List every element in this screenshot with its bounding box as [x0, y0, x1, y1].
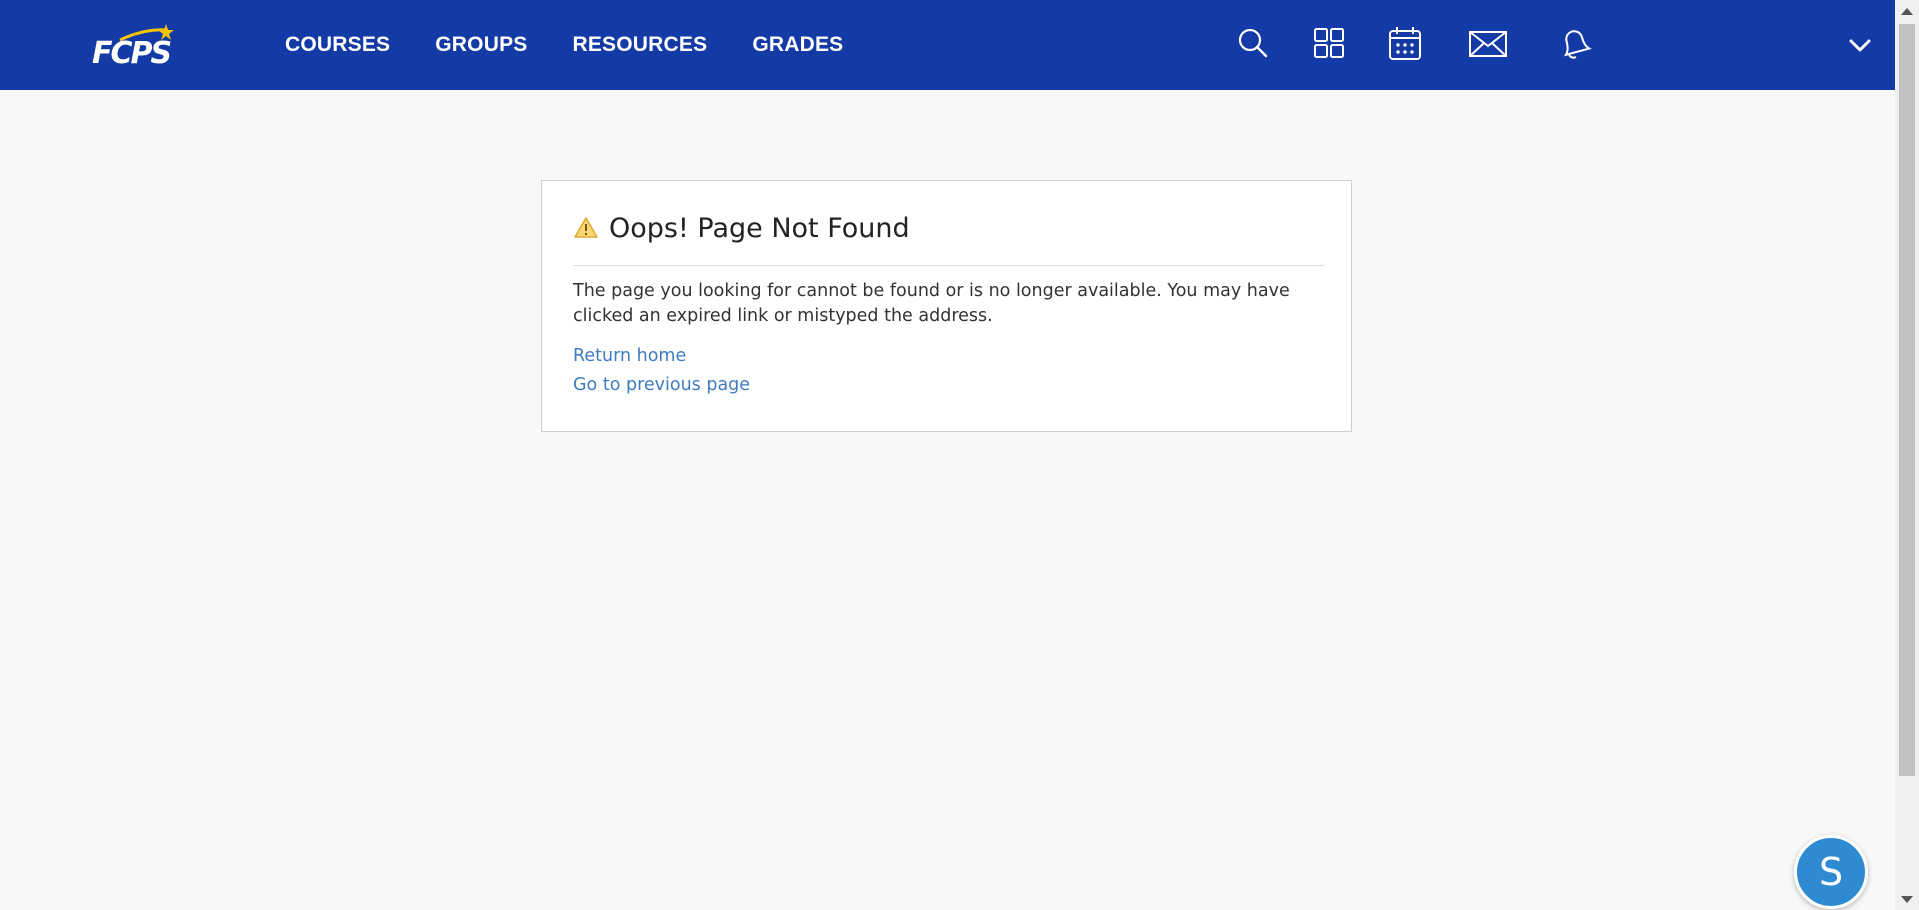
- nav-groups[interactable]: GROUPS: [435, 33, 527, 57]
- bell-icon[interactable]: [1553, 24, 1593, 64]
- chevron-down-icon[interactable]: [1845, 30, 1875, 60]
- warning-icon: [574, 217, 598, 238]
- nav-resources[interactable]: RESOURCES: [572, 33, 707, 57]
- scroll-up-icon[interactable]: [1901, 8, 1913, 15]
- apps-grid-icon[interactable]: [1309, 24, 1349, 64]
- error-message: The page you looking for cannot be found…: [573, 281, 1290, 326]
- main-nav: COURSES GROUPS RESOURCES GRADES: [285, 0, 843, 90]
- page-title: Oops! Page Not Found: [609, 213, 910, 244]
- logo-text: FCPS: [92, 36, 172, 71]
- fcps-logo[interactable]: FCPS: [90, 22, 176, 72]
- error-card-header: Oops! Page Not Found: [573, 213, 1324, 266]
- error-card: Oops! Page Not Found The page you lookin…: [541, 180, 1352, 432]
- scroll-thumb[interactable]: [1899, 24, 1915, 776]
- calendar-icon[interactable]: [1385, 24, 1425, 64]
- search-icon[interactable]: [1233, 24, 1273, 64]
- scroll-down-icon[interactable]: [1901, 896, 1913, 903]
- top-navigation-bar: FCPS COURSES GROUPS RESOURCES GRADES: [0, 0, 1895, 90]
- return-home-link[interactable]: Return home: [573, 346, 686, 366]
- previous-page-link[interactable]: Go to previous page: [573, 375, 750, 395]
- nav-courses[interactable]: COURSES: [285, 33, 390, 57]
- nav-grades[interactable]: GRADES: [752, 33, 843, 57]
- mail-icon[interactable]: [1468, 24, 1508, 64]
- scrollbar[interactable]: [1895, 0, 1919, 910]
- assistant-button[interactable]: S: [1794, 835, 1868, 909]
